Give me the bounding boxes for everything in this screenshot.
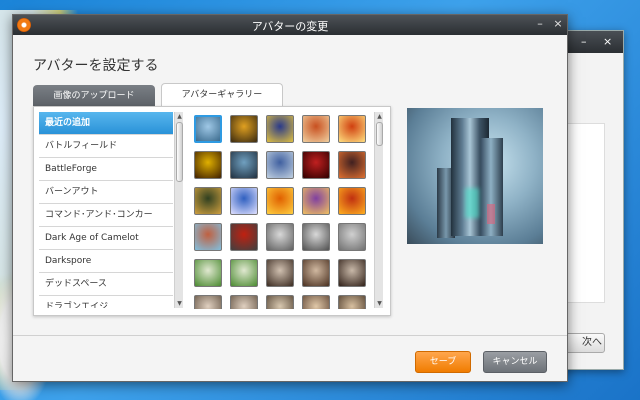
avatar-thumbnail[interactable] <box>302 295 330 309</box>
background-panel <box>565 123 605 303</box>
scroll-up-arrow-icon[interactable]: ▲ <box>175 113 184 120</box>
avatar-thumbnail[interactable] <box>230 295 258 309</box>
avatar-thumbnail[interactable] <box>266 115 294 143</box>
page-title: アバターを設定する <box>33 58 159 74</box>
avatar-preview <box>407 108 543 244</box>
gallery-scroll-down-arrow-icon[interactable]: ▼ <box>375 300 384 307</box>
avatar-thumbnail[interactable] <box>194 115 222 143</box>
avatar-thumbnail[interactable] <box>302 151 330 179</box>
background-close-button[interactable]: × <box>603 35 612 48</box>
avatar-thumbnail[interactable] <box>230 187 258 215</box>
category-item[interactable]: Dark Age of Camelot <box>39 227 173 250</box>
dialog-footer-divider <box>13 335 567 336</box>
tab-upload-image[interactable]: 画像のアップロード <box>33 85 155 107</box>
category-scroll-thumb[interactable] <box>176 122 183 182</box>
avatar-thumbnail[interactable] <box>338 187 366 215</box>
avatar-thumbnail[interactable] <box>266 151 294 179</box>
avatar-thumbnail[interactable] <box>194 223 222 251</box>
avatar-thumbnail[interactable] <box>266 295 294 309</box>
avatar-thumbnail[interactable] <box>194 151 222 179</box>
avatar-thumbnail[interactable] <box>194 295 222 309</box>
category-item[interactable]: バーンアウト <box>39 181 173 204</box>
avatar-thumbnail[interactable] <box>230 151 258 179</box>
avatar-thumbnail[interactable] <box>302 223 330 251</box>
category-item[interactable]: ドラゴンエイジ <box>39 296 173 308</box>
avatar-thumbnail[interactable] <box>338 223 366 251</box>
avatar-thumbnail[interactable] <box>338 151 366 179</box>
avatar-thumbnail[interactable] <box>338 295 366 309</box>
close-button[interactable]: × <box>551 17 565 30</box>
category-item[interactable]: コマンド･アンド･コンカー <box>39 204 173 227</box>
avatar-thumbnail[interactable] <box>302 115 330 143</box>
avatar-thumbnail[interactable] <box>338 259 366 287</box>
avatar-thumbnail[interactable] <box>266 187 294 215</box>
avatar-thumbnail[interactable] <box>230 115 258 143</box>
gallery-scroll-thumb[interactable] <box>376 122 383 146</box>
avatar-thumbnail[interactable] <box>302 187 330 215</box>
tab-avatar-gallery[interactable]: アバターギャラリー <box>161 83 283 107</box>
category-item[interactable]: バトルフィールド <box>39 135 173 158</box>
avatar-thumbnail[interactable] <box>194 187 222 215</box>
change-avatar-dialog: アバターの変更 – × アバターを設定する 画像のアップロード アバターギャラリ… <box>12 14 568 382</box>
avatar-thumbnail[interactable] <box>266 223 294 251</box>
cancel-button[interactable]: キャンセル <box>483 351 547 373</box>
category-item[interactable]: BattleForge <box>39 158 173 181</box>
avatar-thumbnail[interactable] <box>302 259 330 287</box>
avatar-thumbnail[interactable] <box>230 223 258 251</box>
dialog-title: アバターの変更 <box>251 20 329 33</box>
avatar-grid <box>192 113 372 309</box>
avatar-thumbnail[interactable] <box>194 259 222 287</box>
category-item[interactable]: Darkspore <box>39 250 173 273</box>
preview-light <box>465 188 479 218</box>
dialog-titlebar: アバターの変更 – × <box>13 15 567 35</box>
avatar-thumbnail[interactable] <box>230 259 258 287</box>
gallery-scroll-up-arrow-icon[interactable]: ▲ <box>375 113 384 120</box>
avatar-thumbnail[interactable] <box>338 115 366 143</box>
save-button[interactable]: セーブ <box>415 351 471 373</box>
scroll-down-arrow-icon[interactable]: ▼ <box>175 300 184 307</box>
background-minimize-button[interactable]: – <box>581 35 587 48</box>
preview-light <box>487 204 495 224</box>
gallery-scrollbar[interactable]: ▲ ▼ <box>374 112 383 308</box>
category-item[interactable]: デッドスペース <box>39 273 173 296</box>
category-list: 最近の追加 バトルフィールド BattleForge バーンアウト コマンド･アンド･コ… <box>39 112 173 308</box>
minimize-button[interactable]: – <box>533 17 547 30</box>
category-item[interactable]: 最近の追加 <box>39 112 173 135</box>
category-scrollbar[interactable]: ▲ ▼ <box>174 112 183 308</box>
avatar-thumbnail[interactable] <box>266 259 294 287</box>
gallery-panel: 最近の追加 バトルフィールド BattleForge バーンアウト コマンド･アンド･コ… <box>33 106 391 316</box>
